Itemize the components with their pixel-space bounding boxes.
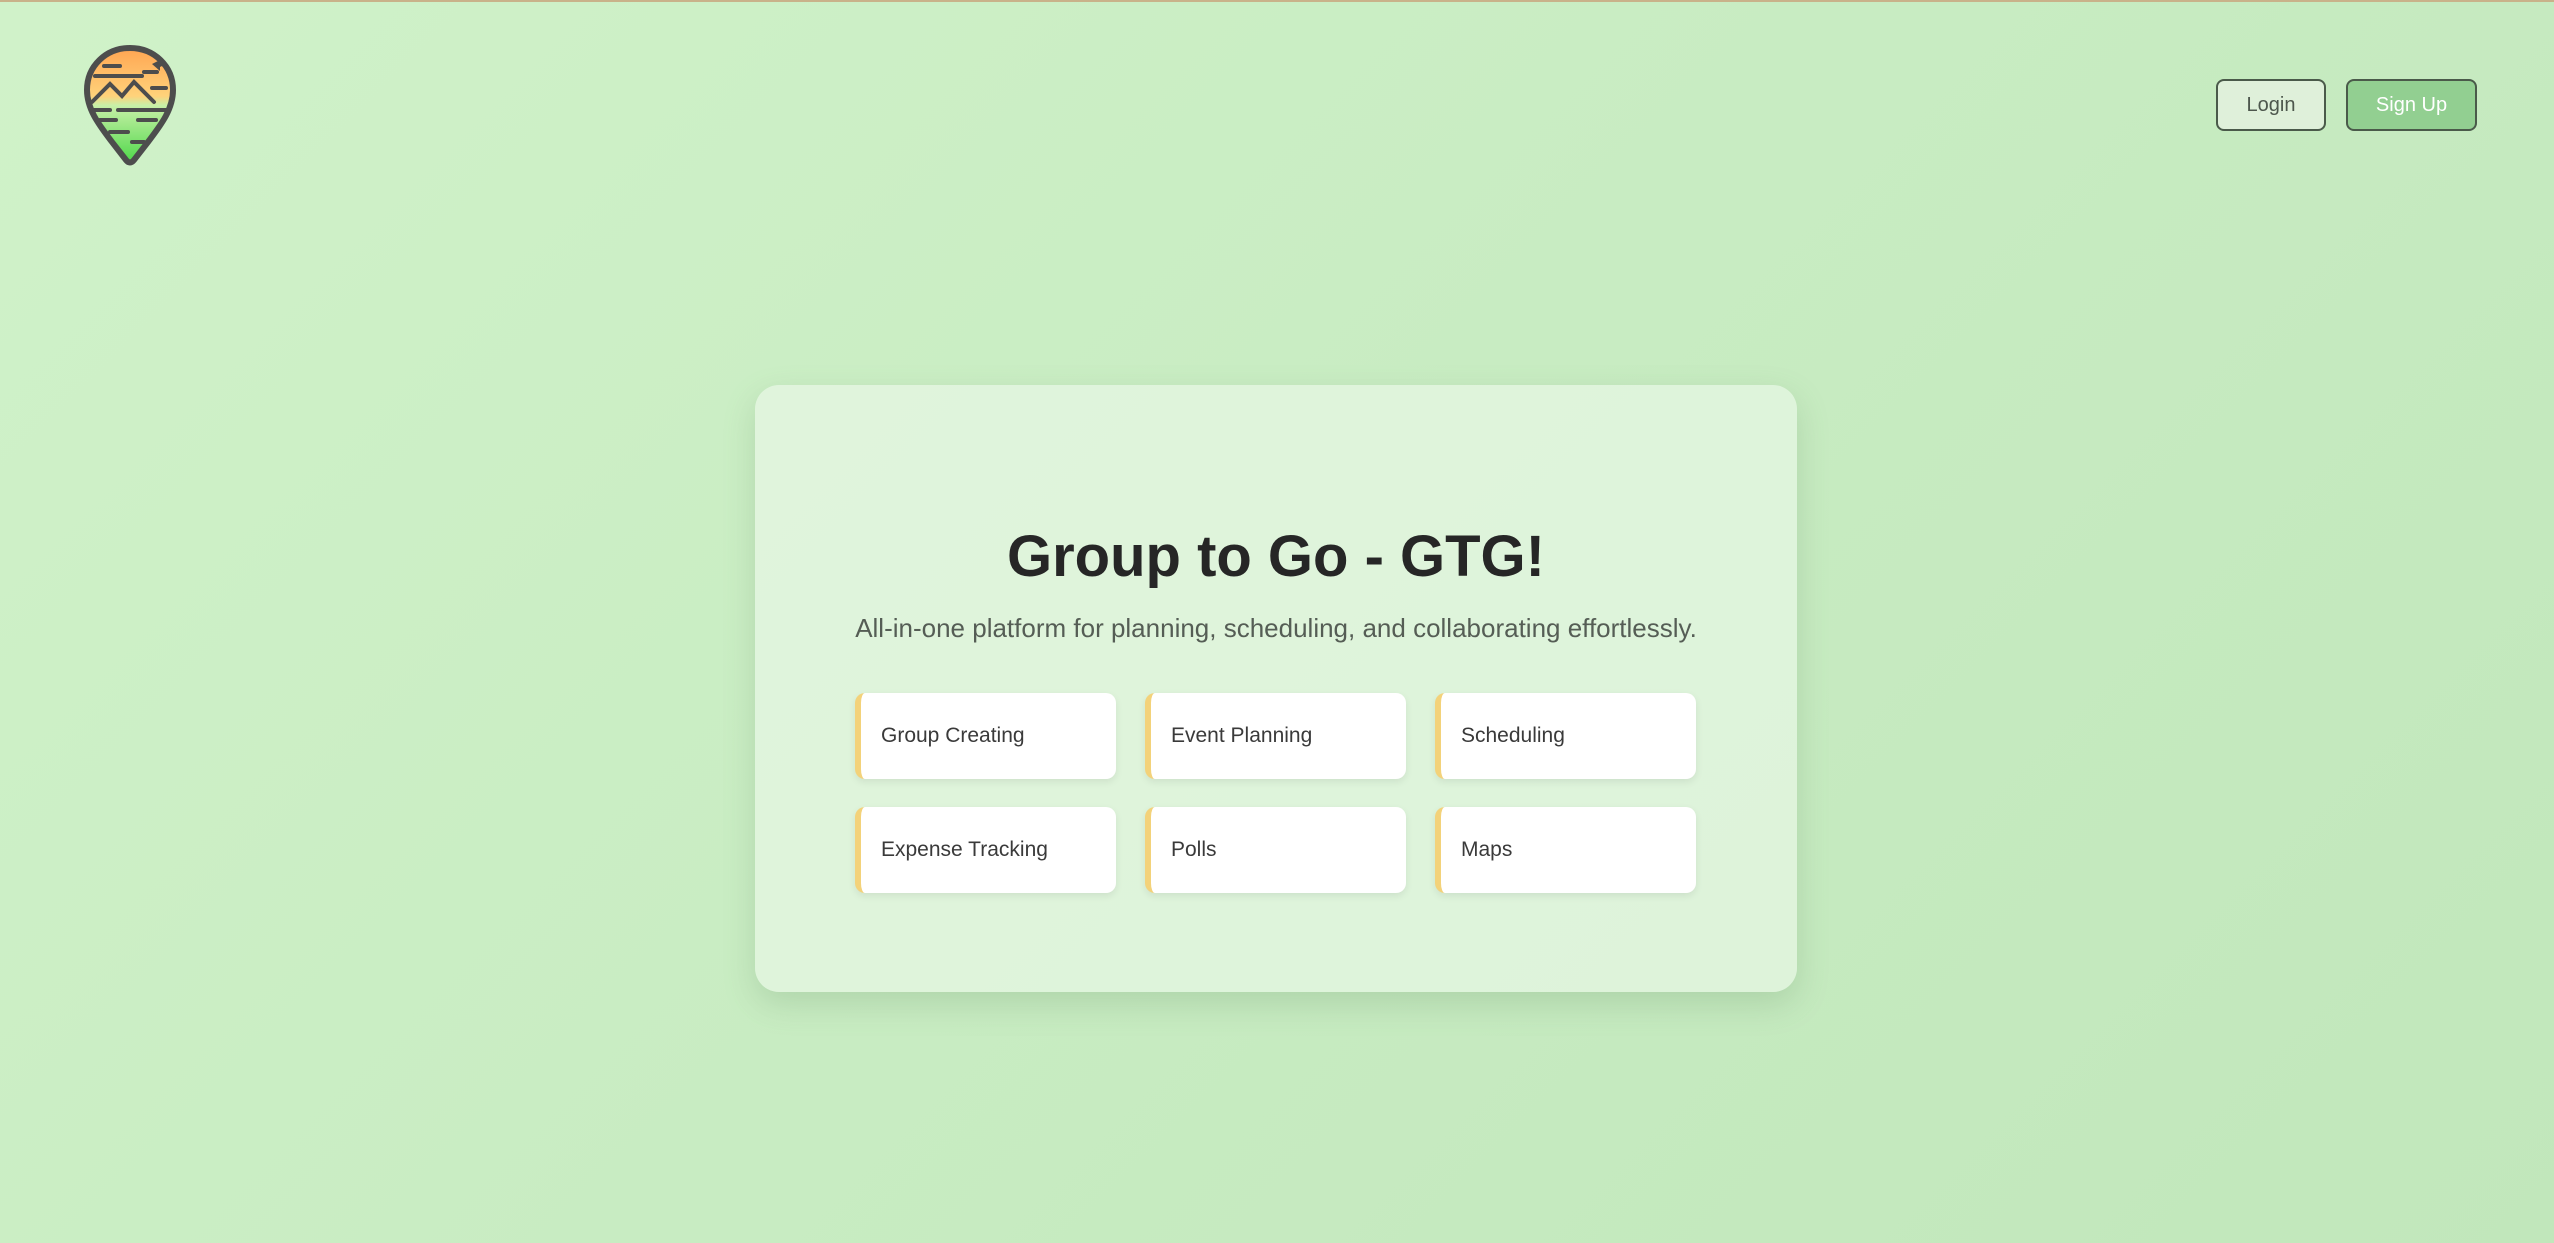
feature-scheduling[interactable]: Scheduling <box>1435 693 1696 779</box>
feature-grid: Group Creating Event Planning Scheduling… <box>855 693 1697 893</box>
logo[interactable] <box>82 44 178 166</box>
page-subtitle: All-in-one platform for planning, schedu… <box>855 613 1697 643</box>
hero-card: Group to Go - GTG! All-in-one platform f… <box>755 385 1797 992</box>
login-button[interactable]: Login <box>2216 79 2326 131</box>
signup-button[interactable]: Sign Up <box>2346 79 2477 131</box>
feature-polls[interactable]: Polls <box>1145 807 1406 893</box>
feature-event-planning[interactable]: Event Planning <box>1145 693 1406 779</box>
feature-group-creating[interactable]: Group Creating <box>855 693 1116 779</box>
auth-buttons: Login Sign Up <box>2216 79 2477 131</box>
feature-expense-tracking[interactable]: Expense Tracking <box>855 807 1116 893</box>
feature-maps[interactable]: Maps <box>1435 807 1696 893</box>
page-title: Group to Go - GTG! <box>1006 524 1545 589</box>
map-pin-landscape-icon <box>84 45 176 166</box>
